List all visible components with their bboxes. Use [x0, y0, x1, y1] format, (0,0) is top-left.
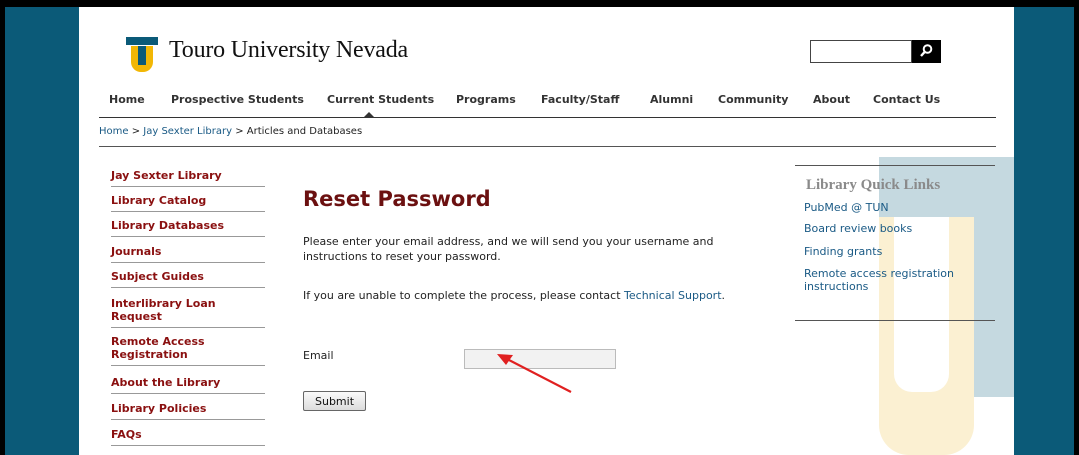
sidebar-item-journals[interactable]: Journals: [111, 245, 265, 258]
search-icon: [920, 44, 933, 57]
breadcrumb-divider: [99, 146, 996, 147]
email-label: Email: [303, 349, 334, 362]
nav-home[interactable]: Home: [109, 93, 145, 106]
nav-community[interactable]: Community: [718, 93, 788, 106]
help-text-prefix: If you are unable to complete the proces…: [303, 289, 625, 302]
sidebar-item-jay-sexter-library[interactable]: Jay Sexter Library: [111, 169, 265, 182]
nav-faculty-staff[interactable]: Faculty/Staff: [541, 93, 619, 106]
quick-links-top-divider: [795, 165, 995, 166]
breadcrumb-current: Articles and Databases: [246, 126, 363, 137]
sidebar-divider: [111, 365, 265, 366]
submit-button[interactable]: Submit: [303, 391, 366, 411]
help-text-suffix: .: [721, 289, 726, 302]
quick-link-finding-grants[interactable]: Finding grants: [804, 245, 994, 258]
sidebar-divider: [111, 236, 265, 237]
sidebar-divider: [111, 186, 265, 187]
sidebar-divider: [111, 211, 265, 212]
page-title: Reset Password: [303, 187, 491, 211]
touro-logo-icon[interactable]: [126, 37, 158, 72]
sidebar-divider: [111, 262, 265, 263]
sidebar-item-interlibrary-loan-request[interactable]: Interlibrary Loan Request: [111, 297, 241, 323]
sidebar-item-subject-guides[interactable]: Subject Guides: [111, 270, 265, 283]
nav-about[interactable]: About: [813, 93, 850, 106]
sidebar-divider: [111, 287, 265, 288]
sidebar-item-about-the-library[interactable]: About the Library: [111, 376, 265, 389]
search-input[interactable]: [810, 40, 912, 63]
nav-alumni[interactable]: Alumni: [650, 93, 693, 106]
sidebar-item-library-policies[interactable]: Library Policies: [111, 402, 265, 415]
breadcrumb-home[interactable]: Home: [99, 126, 129, 137]
quick-links-title: Library Quick Links: [806, 177, 941, 193]
sidebar-divider: [111, 327, 265, 328]
sidebar-divider: [111, 445, 265, 446]
active-nav-indicator: [363, 112, 375, 118]
sidebar-divider: [111, 419, 265, 420]
nav-contact-us[interactable]: Contact Us: [873, 93, 940, 106]
breadcrumb-separator: >: [232, 126, 247, 137]
watermark-cut: [894, 217, 949, 392]
nav-divider: [99, 117, 996, 118]
nav-prospective-students[interactable]: Prospective Students: [171, 93, 304, 106]
window-left-border: [0, 0, 5, 455]
quick-links-bottom-divider: [795, 320, 995, 321]
site-brand-name[interactable]: Touro University Nevada: [169, 37, 408, 64]
nav-programs[interactable]: Programs: [456, 93, 516, 106]
technical-support-link[interactable]: Technical Support: [624, 289, 722, 302]
sidebar-item-faqs[interactable]: FAQs: [111, 428, 265, 441]
sidebar-item-remote-access-registration[interactable]: Remote Access Registration: [111, 335, 231, 361]
quick-link-remote-access-instructions[interactable]: Remote access registration instructions: [804, 267, 989, 293]
window-top-border: [0, 0, 1079, 7]
breadcrumb-library[interactable]: Jay Sexter Library: [143, 126, 232, 137]
nav-current-students[interactable]: Current Students: [327, 93, 434, 106]
sidebar-item-library-databases[interactable]: Library Databases: [111, 219, 265, 232]
sidebar-divider: [111, 393, 265, 394]
page-container: Touro University Nevada Home Prospective…: [79, 7, 1014, 455]
help-text: If you are unable to complete the proces…: [303, 288, 743, 303]
window-right-border: [1074, 0, 1079, 455]
quick-link-board-review-books[interactable]: Board review books: [804, 222, 994, 235]
breadcrumb: Home > Jay Sexter Library > Articles and…: [99, 126, 362, 137]
breadcrumb-separator: >: [128, 126, 144, 137]
reset-instructions: Please enter your email address, and we …: [303, 235, 714, 263]
search-button[interactable]: [912, 40, 941, 63]
quick-link-pubmed[interactable]: PubMed @ TUN: [804, 201, 994, 214]
sidebar-item-library-catalog[interactable]: Library Catalog: [111, 194, 265, 207]
annotation-arrow-icon: [497, 354, 572, 393]
